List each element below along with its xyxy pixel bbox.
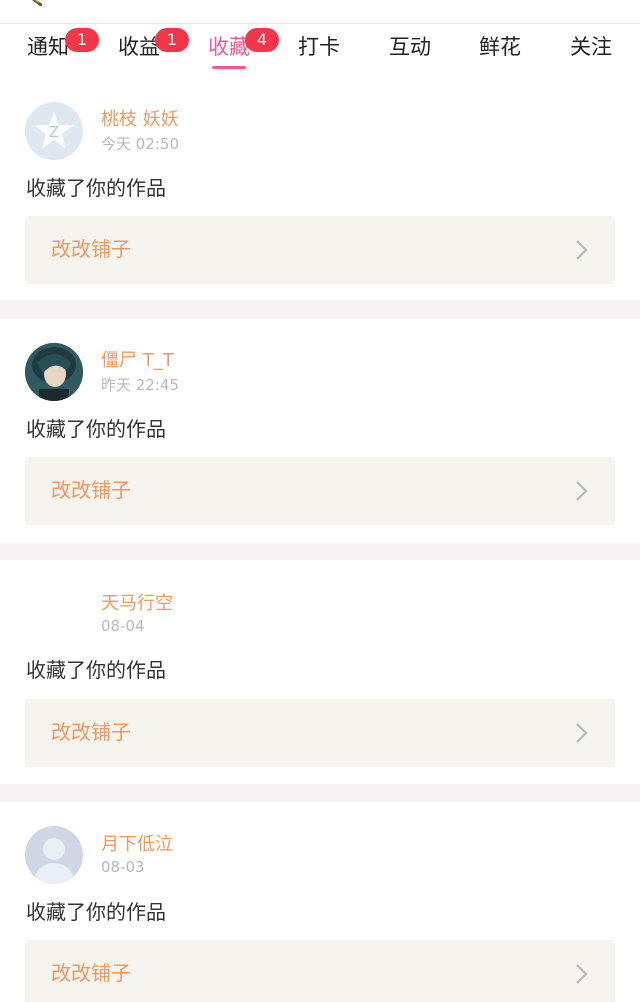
tab-flowers[interactable]: 鲜花 bbox=[460, 32, 540, 76]
tab-checkin[interactable]: 打卡 bbox=[279, 32, 359, 76]
notification-card: 月下低泣 08-03 收藏了你的作品 改改铺子 bbox=[0, 802, 640, 1002]
tab-notice[interactable]: 通知 1 bbox=[8, 28, 99, 76]
tab-interaction[interactable]: 互动 bbox=[370, 32, 450, 76]
anime-character-avatar[interactable] bbox=[25, 343, 83, 401]
notification-card: Z 桃枝 妖妖 今天 02:50 收藏了你的作品 改改铺子 bbox=[0, 84, 640, 300]
user-name[interactable]: 桃枝 妖妖 bbox=[101, 108, 179, 132]
user-name[interactable]: 月下低泣 bbox=[101, 833, 173, 857]
notification-card: 天马行空 08-04 收藏了你的作品 改改铺子 bbox=[0, 560, 640, 784]
chevron-right-icon bbox=[576, 481, 588, 501]
chevron-right-icon bbox=[576, 964, 588, 984]
tab-label: 通知 bbox=[27, 35, 69, 59]
timestamp: 08-04 bbox=[101, 617, 145, 635]
unread-badge: 1 bbox=[155, 28, 189, 52]
action-text: 收藏了你的作品 bbox=[26, 417, 166, 441]
timestamp: 昨天 22:45 bbox=[101, 376, 179, 394]
top-bar bbox=[0, 0, 640, 24]
tab-label: 鲜花 bbox=[479, 35, 521, 59]
tab-favorites[interactable]: 收藏 4 bbox=[189, 28, 279, 76]
user-name[interactable]: 僵尸 T_T bbox=[101, 349, 174, 373]
work-link[interactable]: 改改铺子 bbox=[25, 940, 615, 1002]
tab-bar: 通知 1 收益 1 收藏 4 打卡 互动 鲜花 关注 bbox=[0, 24, 640, 84]
action-text: 收藏了你的作品 bbox=[26, 176, 166, 200]
tab-label: 互动 bbox=[389, 35, 431, 59]
tab-earnings[interactable]: 收益 1 bbox=[99, 28, 189, 76]
chevron-right-icon bbox=[576, 240, 588, 260]
tab-label: 打卡 bbox=[298, 35, 340, 59]
work-title: 改改铺子 bbox=[51, 720, 131, 744]
pen-icon bbox=[32, 0, 42, 6]
work-link[interactable]: 改改铺子 bbox=[25, 216, 615, 284]
timestamp: 今天 02:50 bbox=[101, 135, 179, 153]
timestamp: 08-03 bbox=[101, 858, 145, 876]
work-link[interactable]: 改改铺子 bbox=[25, 699, 615, 767]
blank-avatar[interactable] bbox=[25, 584, 83, 642]
work-title: 改改铺子 bbox=[51, 237, 131, 261]
notification-card: 僵尸 T_T 昨天 22:45 收藏了你的作品 改改铺子 bbox=[0, 319, 640, 543]
unread-badge: 4 bbox=[245, 28, 279, 52]
svg-text:Z: Z bbox=[49, 124, 59, 141]
tab-label: 关注 bbox=[570, 35, 612, 59]
action-text: 收藏了你的作品 bbox=[26, 900, 166, 924]
work-link[interactable]: 改改铺子 bbox=[25, 457, 615, 525]
default-person-avatar-icon[interactable] bbox=[25, 826, 83, 884]
chevron-right-icon bbox=[576, 723, 588, 743]
active-tab-indicator bbox=[212, 66, 246, 69]
user-name[interactable]: 天马行空 bbox=[101, 592, 173, 616]
action-text: 收藏了你的作品 bbox=[26, 658, 166, 682]
tab-following[interactable]: 关注 bbox=[551, 32, 631, 76]
qq-star-avatar-icon[interactable]: Z bbox=[25, 102, 83, 160]
tab-label: 收藏 bbox=[208, 35, 250, 59]
tab-label: 收益 bbox=[118, 35, 160, 59]
work-title: 改改铺子 bbox=[51, 961, 131, 985]
unread-badge: 1 bbox=[65, 28, 99, 52]
work-title: 改改铺子 bbox=[51, 478, 131, 502]
